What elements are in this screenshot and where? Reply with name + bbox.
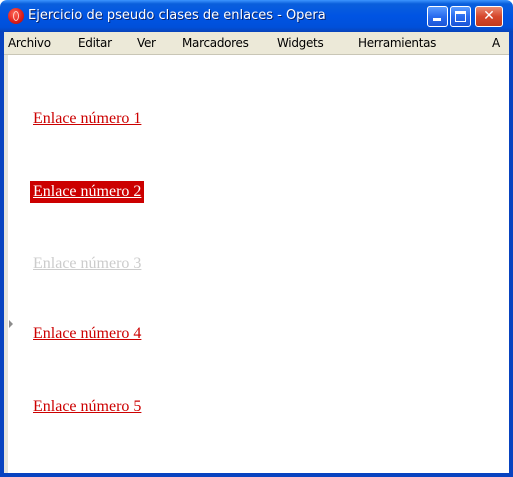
panel-toggle-icon[interactable]	[9, 320, 13, 328]
minimize-button[interactable]	[427, 6, 448, 27]
menu-item-archivo[interactable]: Archivo	[8, 32, 51, 54]
menu-item-ayuda[interactable]: A	[492, 32, 500, 54]
close-button[interactable]: ✕	[475, 6, 503, 27]
title-bar[interactable]: Ejercicio de pseudo clases de enlaces - …	[0, 0, 513, 32]
maximize-icon	[455, 11, 466, 22]
window-frame-right	[509, 32, 513, 473]
opera-icon[interactable]	[8, 8, 24, 24]
link-3[interactable]: Enlace número 3	[33, 253, 141, 275]
browser-window: Ejercicio de pseudo clases de enlaces - …	[0, 0, 513, 477]
window-frame-bottom	[0, 473, 513, 477]
minimize-icon	[433, 18, 441, 21]
menu-item-herramientas[interactable]: Herramientas	[358, 32, 436, 54]
menu-item-editar[interactable]: Editar	[78, 32, 112, 54]
panel-edge	[4, 55, 8, 473]
maximize-button[interactable]	[450, 6, 471, 27]
link-2[interactable]: Enlace número 2	[30, 181, 145, 203]
menu-item-widgets[interactable]: Widgets	[277, 32, 324, 54]
link-5[interactable]: Enlace número 5	[33, 396, 141, 418]
window-title: Ejercicio de pseudo clases de enlaces - …	[28, 8, 326, 23]
close-icon: ✕	[483, 8, 495, 24]
link-4[interactable]: Enlace número 4	[33, 323, 141, 345]
menu-item-ver[interactable]: Ver	[137, 32, 156, 54]
menu-bar: Archivo Editar Ver Marcadores Widgets He…	[4, 32, 509, 55]
page-content: Enlace número 1 Enlace número 2 Enlace n…	[4, 55, 509, 473]
link-1[interactable]: Enlace número 1	[33, 108, 141, 130]
menu-item-marcadores[interactable]: Marcadores	[182, 32, 249, 54]
